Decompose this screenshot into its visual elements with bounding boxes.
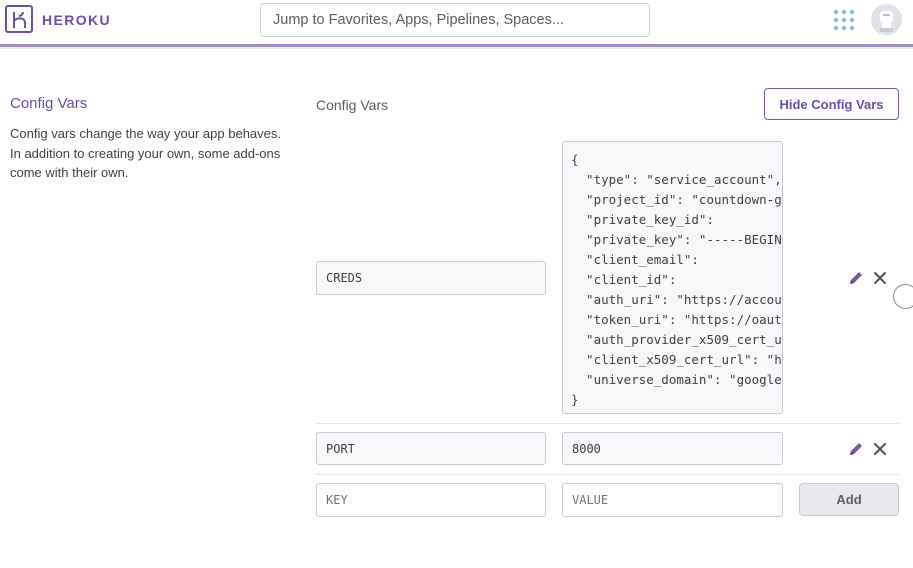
json-line: } bbox=[571, 392, 579, 407]
json-line: "universe_domain": "google bbox=[571, 372, 782, 387]
hide-config-vars-button[interactable]: Hide Config Vars bbox=[764, 88, 899, 120]
config-key-value: CREDS bbox=[326, 271, 363, 285]
search-input[interactable] bbox=[260, 3, 650, 37]
section-description: Config vars change the way your app beha… bbox=[10, 126, 282, 180]
config-key-field[interactable]: CREDS bbox=[316, 261, 546, 295]
new-key-input[interactable] bbox=[326, 493, 536, 507]
edit-pencil-icon[interactable] bbox=[847, 440, 865, 458]
json-line: "private_key_id": bbox=[571, 212, 714, 227]
heroku-logo-icon[interactable] bbox=[5, 5, 33, 33]
config-value-field[interactable]: 8000 bbox=[562, 432, 783, 465]
user-avatar[interactable] bbox=[871, 4, 902, 35]
top-navigation-bar: HEROKU bbox=[0, 0, 913, 45]
header-divider bbox=[0, 47, 913, 49]
json-line: "private_key": "-----BEGIN bbox=[571, 232, 782, 247]
json-line: "project_id": "countdown-g bbox=[571, 192, 782, 207]
new-value-input[interactable] bbox=[572, 493, 773, 507]
brand-name[interactable]: HEROKU bbox=[42, 12, 111, 28]
config-key-field[interactable]: PORT bbox=[316, 432, 546, 465]
config-value: 8000 bbox=[572, 441, 601, 456]
json-line: { bbox=[571, 152, 579, 167]
new-value-field[interactable] bbox=[562, 483, 783, 517]
json-line: "auth_uri": "https://accou bbox=[571, 292, 782, 307]
apps-grid-icon[interactable] bbox=[834, 10, 854, 30]
json-line: "client_x509_cert_url": "h bbox=[571, 352, 782, 367]
json-line: "token_uri": "https://oaut bbox=[571, 312, 782, 327]
row-divider bbox=[316, 423, 899, 424]
add-config-var-button[interactable]: Add bbox=[799, 483, 899, 516]
delete-x-icon[interactable] bbox=[871, 440, 889, 458]
new-key-field[interactable] bbox=[316, 483, 546, 517]
row-divider bbox=[316, 474, 899, 475]
loading-circle-icon bbox=[893, 284, 913, 309]
edit-pencil-icon[interactable] bbox=[847, 269, 865, 287]
config-key-value: PORT bbox=[326, 441, 355, 456]
json-line: "client_email": bbox=[571, 252, 699, 267]
json-line: "auth_provider_x509_cert_u bbox=[571, 332, 782, 347]
config-vars-heading: Config Vars bbox=[316, 97, 389, 113]
config-value-textarea[interactable]: { "type": "service_account", "project_id… bbox=[562, 141, 783, 414]
delete-x-icon[interactable] bbox=[871, 269, 889, 287]
json-line: "client_id": bbox=[571, 272, 677, 287]
json-line: "type": "service_account", bbox=[571, 172, 782, 187]
section-title: Config Vars bbox=[10, 95, 88, 112]
